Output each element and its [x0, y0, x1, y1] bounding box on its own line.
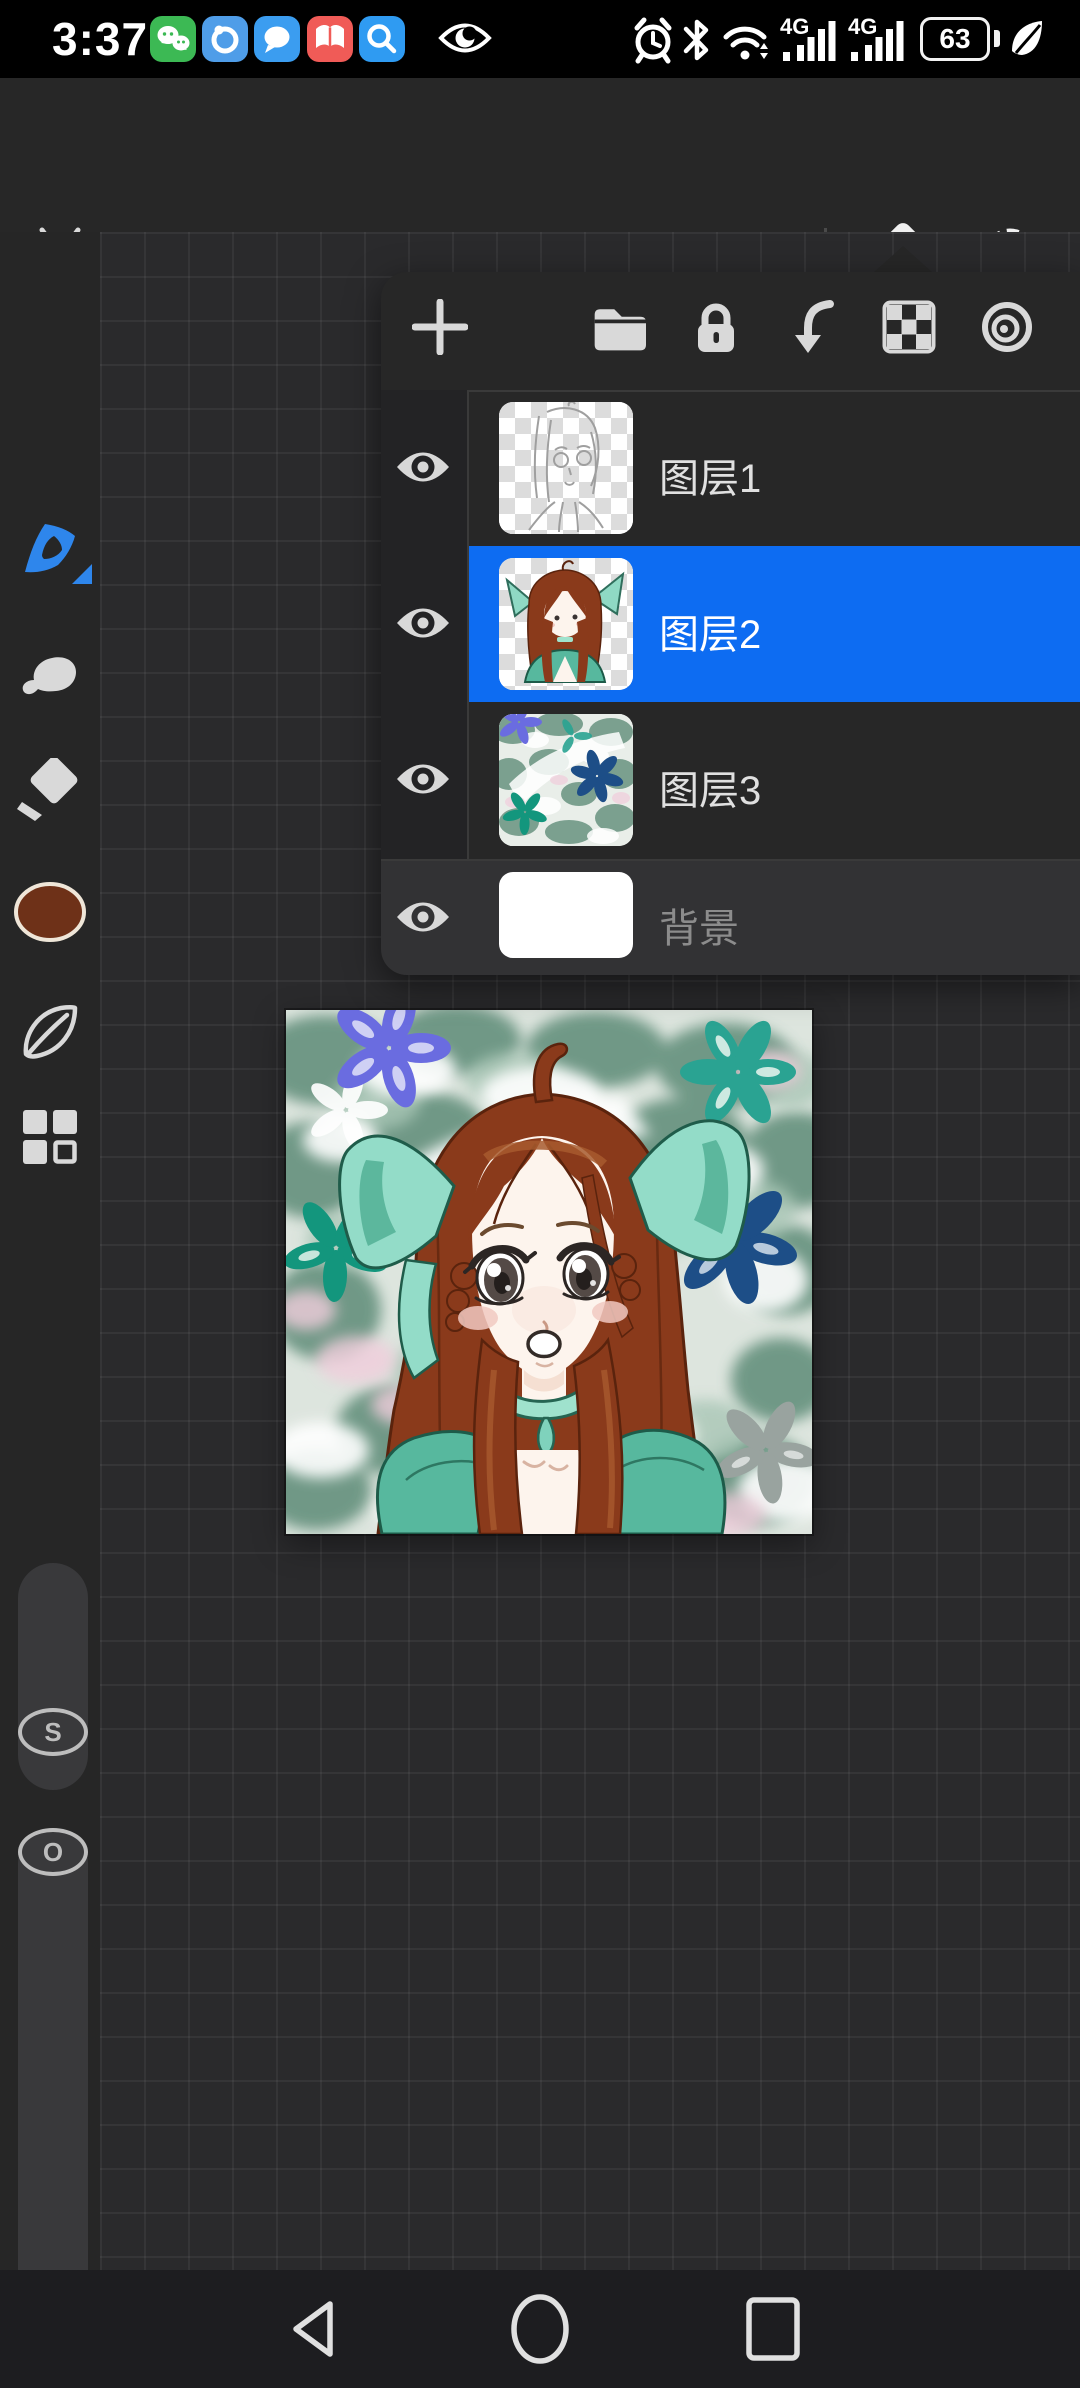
- lens-icon: [202, 16, 248, 62]
- search-icon: [359, 16, 405, 62]
- visibility-eye-icon[interactable]: [394, 602, 454, 646]
- battery-icon: 63: [920, 17, 990, 61]
- layer-name: 图层3: [659, 758, 761, 816]
- eraser-tool[interactable]: [10, 752, 90, 832]
- message-bubble-icon: [254, 16, 300, 62]
- battery-percent: 63: [939, 23, 970, 55]
- drawing-app-screen: 3:37 4G 4G: [0, 0, 1080, 2388]
- opacity-label: O: [18, 1828, 88, 1876]
- svg-text:4G: 4G: [848, 16, 877, 39]
- clock-time: 3:37: [52, 12, 148, 66]
- eye-comfort-icon: [438, 20, 492, 56]
- layer-name: 图层1: [659, 446, 761, 504]
- home-icon[interactable]: [508, 2292, 572, 2366]
- svg-text:4G: 4G: [780, 16, 809, 39]
- merge-down-icon[interactable]: [786, 299, 842, 355]
- signal-4g-icon: 4G: [848, 16, 910, 62]
- layer-thumbnail: [499, 558, 633, 690]
- wifi-icon: [722, 18, 772, 64]
- drawing-canvas[interactable]: [286, 1010, 812, 1534]
- folder-icon[interactable]: [590, 299, 646, 355]
- visibility-eye-icon[interactable]: [394, 758, 454, 802]
- size-label: S: [18, 1708, 88, 1756]
- layer-name: 图层2: [659, 602, 761, 660]
- power-save-leaf-icon: [1008, 17, 1048, 61]
- layer-row[interactable]: 图层2: [381, 546, 1080, 702]
- layer-thumbnail: [499, 872, 633, 958]
- opacity-handle[interactable]: O: [18, 1828, 88, 1876]
- alarm-icon: [630, 15, 676, 65]
- battery-nub: [994, 30, 1000, 47]
- layer-thumbnail: [499, 402, 633, 534]
- recents-icon[interactable]: [745, 2296, 801, 2362]
- brush-size-handle[interactable]: S: [18, 1708, 88, 1756]
- spiral-icon[interactable]: [979, 299, 1035, 355]
- top-toolbar: [0, 78, 1080, 232]
- signal-4g-icon: 4G: [780, 16, 842, 62]
- tool-sidebar: S O: [0, 232, 100, 2270]
- add-layer-icon[interactable]: [412, 299, 468, 355]
- leaf-decor-tool[interactable]: [10, 992, 90, 1072]
- visibility-eye-icon[interactable]: [394, 896, 454, 940]
- smudge-tool[interactable]: [10, 632, 90, 712]
- layer-row[interactable]: 背景: [381, 860, 1080, 975]
- visibility-eye-icon[interactable]: [394, 446, 454, 490]
- layer-name: 背景: [659, 896, 739, 954]
- status-bar: 3:37 4G 4G: [0, 0, 1080, 78]
- alpha-checker-icon[interactable]: [881, 299, 937, 355]
- layer-row[interactable]: 图层3: [381, 702, 1080, 858]
- android-nav-bar: [0, 2270, 1080, 2388]
- color-swatch[interactable]: [10, 872, 90, 952]
- layers-panel-caret: [873, 246, 933, 273]
- bluetooth-icon: [680, 16, 714, 64]
- wechat-icon: [150, 16, 196, 62]
- materials-grid-tool[interactable]: [10, 1097, 90, 1177]
- brush-tool-corner-flag: [72, 564, 92, 584]
- layers-panel: 图层1: [381, 272, 1080, 975]
- reader-icon: [307, 16, 353, 62]
- back-icon[interactable]: [288, 2298, 336, 2360]
- layer-thumbnail: [499, 714, 633, 846]
- layer-row[interactable]: 图层1: [381, 390, 1080, 546]
- lock-icon[interactable]: [688, 299, 744, 355]
